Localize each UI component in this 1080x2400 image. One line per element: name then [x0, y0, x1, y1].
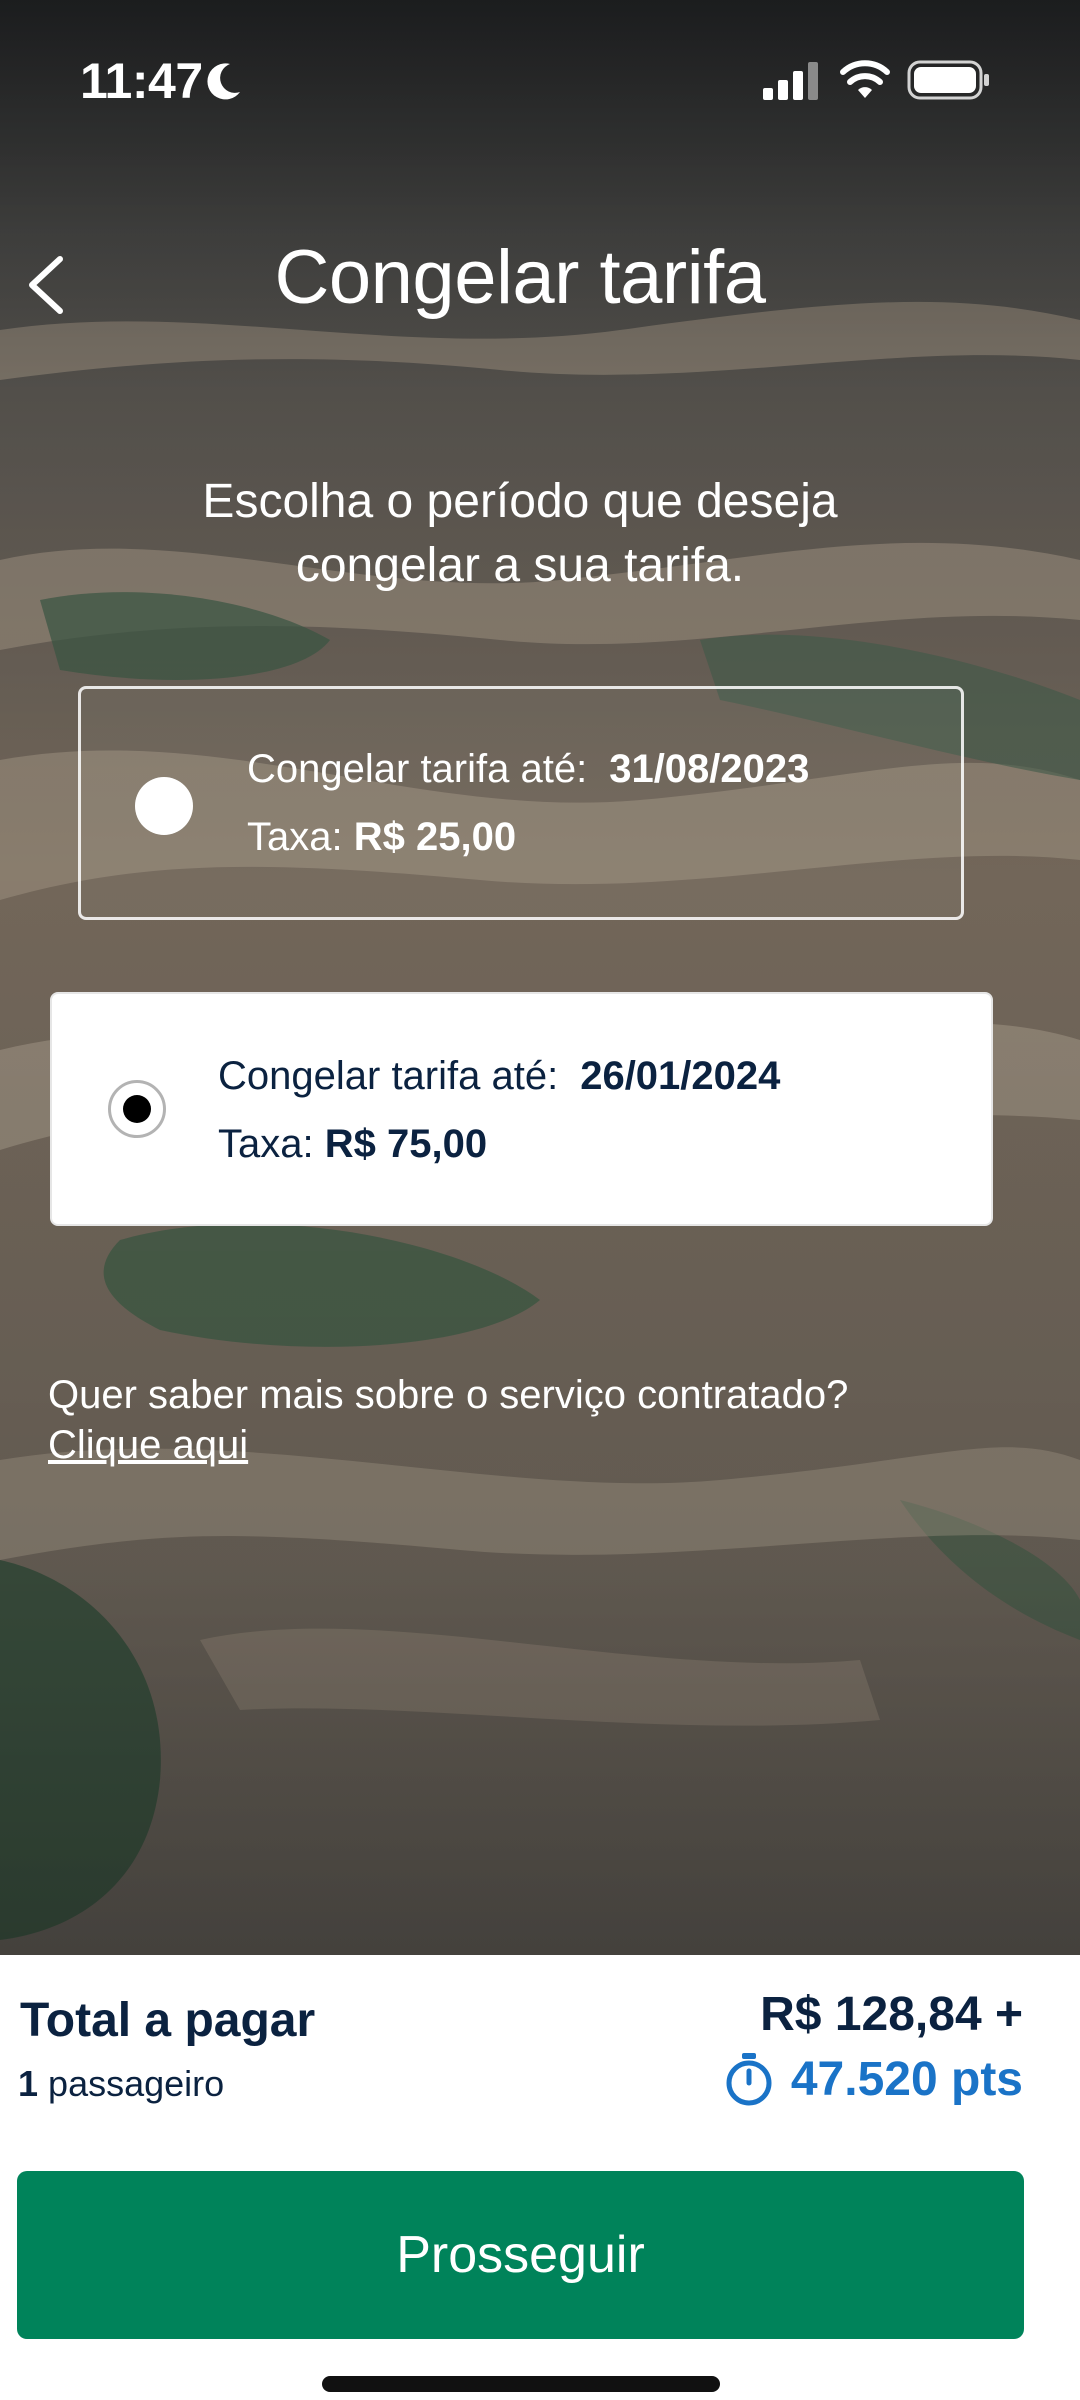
fee-label: Taxa: — [218, 1122, 314, 1166]
total-label: Total a pagar — [20, 1994, 316, 2047]
option-fee-line: Taxa: R$ 75,00 — [218, 1122, 487, 1167]
payment-summary-panel: Total a pagar 1 passageiro R$ 128,84 + 4… — [0, 1955, 1080, 2400]
instruction-text: Escolha o período que deseja congelar a … — [202, 475, 838, 592]
radio-button-unselected[interactable] — [135, 777, 193, 835]
status-bar: 11:47 — [0, 0, 1080, 150]
option-fee-line: Taxa: R$ 25,00 — [247, 815, 516, 860]
learn-more-link[interactable]: Clique aqui — [48, 1420, 248, 1470]
option-label: Congelar tarifa até: — [247, 747, 588, 791]
option-date-line: Congelar tarifa até: 26/01/2024 — [218, 1054, 780, 1099]
option-date: 31/08/2023 — [609, 747, 810, 791]
radio-button-selected[interactable] — [108, 1080, 166, 1138]
proceed-button[interactable]: Prosseguir — [17, 2171, 1024, 2339]
battery-icon — [907, 60, 989, 100]
fee-value: R$ 25,00 — [353, 815, 517, 859]
passenger-label: passageiro — [48, 2063, 225, 2104]
stopwatch-icon — [726, 2053, 772, 2106]
wifi-icon — [840, 60, 890, 98]
option-freeze-until-26-01-2024[interactable]: Congelar tarifa até: 26/01/2024 Taxa: R$ … — [50, 992, 993, 1226]
moon-icon — [207, 63, 240, 100]
fee-label: Taxa: — [247, 815, 343, 859]
passenger-count-line: 1 passageiro — [18, 2063, 224, 2105]
fee-value: R$ 75,00 — [324, 1122, 488, 1166]
points-value: 47.520 pts — [790, 2052, 1023, 2106]
info-question: Quer saber mais sobre o serviço contrata… — [48, 1373, 849, 1417]
cellular-signal-icon — [763, 62, 818, 100]
page-title: Congelar tarifa — [274, 235, 767, 320]
option-freeze-until-31-08-2023[interactable]: Congelar tarifa até: 31/08/2023 Taxa: R$ … — [78, 686, 964, 920]
hero-background: 11:47 Congelar tarifa Escolha o período … — [0, 0, 1080, 1955]
passenger-count: 1 — [18, 2063, 39, 2104]
home-indicator — [322, 2376, 720, 2392]
status-time: 11:47 — [80, 53, 203, 109]
option-label: Congelar tarifa até: — [218, 1054, 559, 1098]
radio-selected-dot — [123, 1095, 151, 1123]
option-date: 26/01/2024 — [580, 1054, 781, 1098]
option-date-line: Congelar tarifa até: 31/08/2023 — [247, 747, 809, 792]
points-line: 47.520 pts — [723, 2051, 1023, 2107]
total-price: R$ 128,84 + — [760, 1988, 1023, 2041]
